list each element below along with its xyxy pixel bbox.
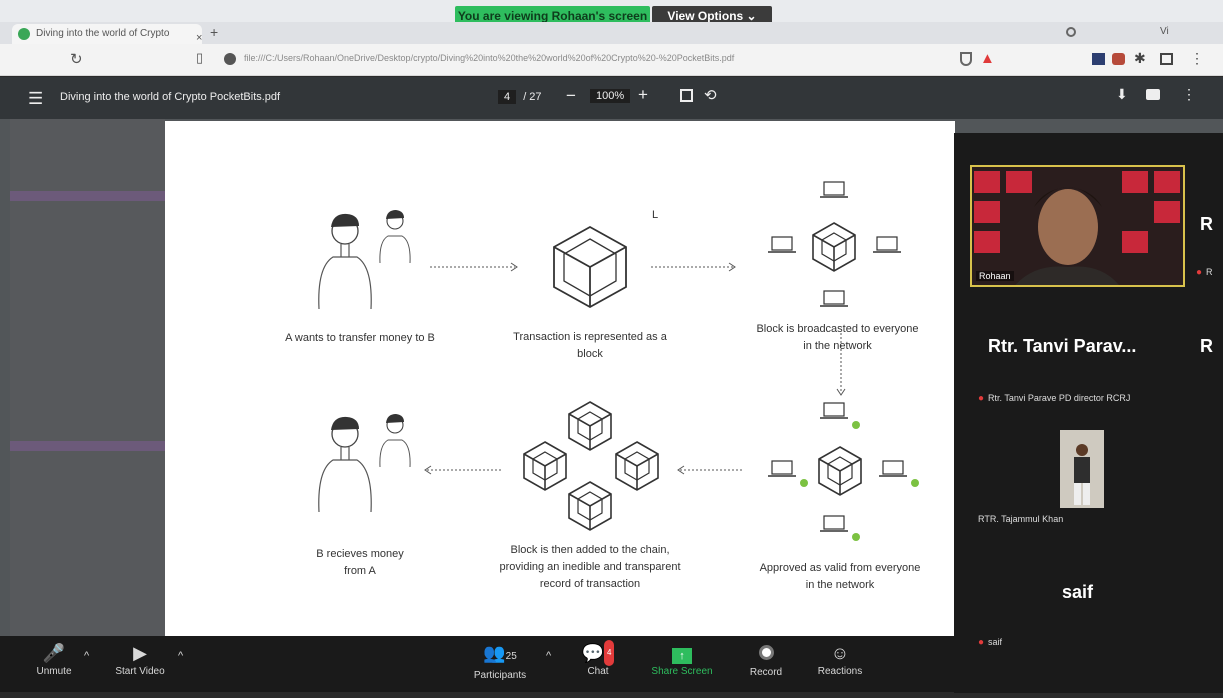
zoom-level-input[interactable]: 100% [590, 89, 631, 103]
participant-video-thumbnail [1060, 430, 1104, 508]
audio-options-chevron-icon[interactable]: ^ [84, 650, 89, 662]
extension-icon[interactable] [1092, 53, 1105, 65]
muted-mic-icon: ● [978, 393, 985, 404]
stray-mark: L [652, 209, 658, 221]
unmute-button[interactable]: 🎤 Unmute [14, 640, 94, 677]
sender-person-illustration [318, 209, 411, 310]
page-indicator: 4 / 27 [498, 90, 542, 104]
participant-name-edge-label: R [1206, 267, 1213, 277]
step-caption: B recieves money from A [316, 548, 404, 577]
window-status-icon [1066, 27, 1076, 37]
transaction-block-icon [553, 225, 627, 309]
fit-page-icon[interactable] [680, 89, 693, 102]
speaker-name-label: Rohaan [976, 271, 1014, 281]
url-field[interactable]: file:///C:/Users/Rohaan/OneDrive/Desktop… [244, 53, 734, 63]
participants-count: 25 [505, 651, 517, 662]
tab-close-icon[interactable]: × [196, 28, 202, 44]
pdf-page: L A wants to transfer money to B Transac… [165, 121, 955, 636]
participant-tile-name: saif [1062, 582, 1094, 602]
chat-button[interactable]: 💬 4 Chat [558, 640, 638, 677]
page-total: / 27 [523, 91, 542, 103]
step-caption: A wants to transfer money to B [285, 332, 435, 344]
pdf-menu-icon[interactable]: ☰ [28, 89, 43, 109]
zoom-out-button[interactable]: − [566, 86, 576, 106]
share-screen-icon: ↑ [672, 648, 692, 664]
muted-mic-icon: 🎤 [42, 643, 66, 663]
muted-mic-icon: ● [978, 637, 985, 648]
blockchain-chain-icon [523, 401, 659, 531]
chat-label: Chat [587, 666, 609, 677]
reload-icon[interactable]: ↻ [70, 50, 83, 68]
participant-tile-name: Rtr. Tanvi Parav... [988, 336, 1137, 356]
download-icon[interactable]: ⬇ [1116, 86, 1128, 103]
step-caption: Transaction is represented as a block [513, 331, 667, 360]
receiver-person-illustration [318, 413, 411, 513]
participants-label: Participants [473, 670, 527, 681]
step-caption: Block is then added to the chain, provid… [499, 544, 681, 590]
pdf-title: Diving into the world of Crypto PocketBi… [60, 91, 281, 103]
record-button[interactable]: Record [726, 640, 806, 678]
participant-label-text: saif [988, 637, 1003, 647]
unmute-label: Unmute [36, 666, 72, 677]
zoom-in-button[interactable]: + [638, 85, 648, 105]
screen-artifact-stripe [10, 441, 165, 451]
participant-name-edge: R [1200, 214, 1213, 234]
pdf-more-icon[interactable]: ⋮ [1182, 86, 1196, 103]
participant-name-edge: ● R [1196, 267, 1213, 278]
address-bar: ↻ ▯ file:///C:/Users/Rohaan/OneDrive/Des… [0, 44, 1223, 76]
reactions-button[interactable]: ☺ Reactions [800, 640, 880, 677]
print-icon[interactable] [1146, 89, 1160, 100]
participant-label: RTR. Tajammul Khan [978, 514, 1064, 524]
start-video-button[interactable]: ▶ Start Video [100, 640, 180, 677]
site-info-icon[interactable] [224, 53, 236, 65]
active-speaker-video[interactable]: Rohaan [970, 165, 1185, 287]
participants-icon: 👥25 [483, 643, 517, 663]
chat-icon: 💬 4 [558, 640, 638, 666]
chat-unread-badge: 4 [603, 640, 615, 666]
record-label: Record [749, 667, 783, 678]
record-icon [758, 645, 774, 660]
new-tab-button[interactable]: + [210, 24, 218, 40]
warning-extension-icon[interactable]: ▲ [980, 50, 995, 67]
fox-extension-icon[interactable] [1112, 53, 1125, 65]
meeting-controls-bar: 🎤 Unmute ^ ▶ Start Video ^ 👥25 Participa… [0, 636, 968, 692]
approval-network-icon [767, 402, 919, 541]
reactions-label: Reactions [817, 666, 863, 677]
share-screen-button[interactable]: ↑ Share Screen [642, 640, 722, 677]
sidebar-icon[interactable] [1160, 53, 1173, 65]
shield-extension-icon[interactable] [960, 52, 972, 66]
participants-button[interactable]: 👥25 Participants [460, 640, 540, 681]
tab-title: Diving into the world of Crypto [36, 28, 170, 39]
browser-menu-icon[interactable]: ⋮ [1190, 50, 1204, 67]
participant-label: ● saif [978, 637, 1002, 648]
video-off-icon: ▶ [133, 643, 147, 663]
muted-mic-icon: ● [1196, 267, 1203, 278]
tab-favicon-icon [18, 28, 30, 40]
participant-photo [1060, 430, 1104, 508]
reactions-icon: ☺ [830, 643, 850, 663]
browser-tab-row: Diving into the world of Crypto × + Vi [0, 22, 1223, 44]
window-title: Vi [1160, 26, 1169, 37]
speaker-video-frame [972, 167, 1183, 285]
browser-tab[interactable]: Diving into the world of Crypto × [12, 24, 202, 44]
participant-label: ● Rtr. Tanvi Parave PD director RCRJ [978, 393, 1130, 404]
puzzle-extension-icon[interactable]: ✱ [1134, 50, 1146, 67]
bookmark-icon[interactable]: ▯ [196, 50, 203, 66]
step-caption: Block is broadcasted to everyone in the … [756, 323, 919, 352]
video-options-chevron-icon[interactable]: ^ [178, 650, 183, 662]
page-number-input[interactable]: 4 [498, 90, 517, 104]
pdf-toolbar: ☰ Diving into the world of Crypto Pocket… [0, 77, 1223, 119]
participant-name-edge: R [1200, 336, 1213, 356]
step-caption: Approved as valid from everyone in the n… [759, 562, 921, 591]
participants-chevron-icon[interactable]: ^ [546, 650, 551, 662]
start-video-label: Start Video [115, 666, 165, 677]
broadcast-network-icon [767, 181, 902, 307]
screen: You are viewing Rohaan's screen View Opt… [0, 0, 1223, 698]
screen-artifact-stripe [10, 191, 165, 201]
participant-label-text: Rtr. Tanvi Parave PD director RCRJ [988, 393, 1131, 403]
rotate-icon[interactable]: ⟲ [704, 86, 717, 104]
share-screen-label: Share Screen [651, 666, 713, 677]
